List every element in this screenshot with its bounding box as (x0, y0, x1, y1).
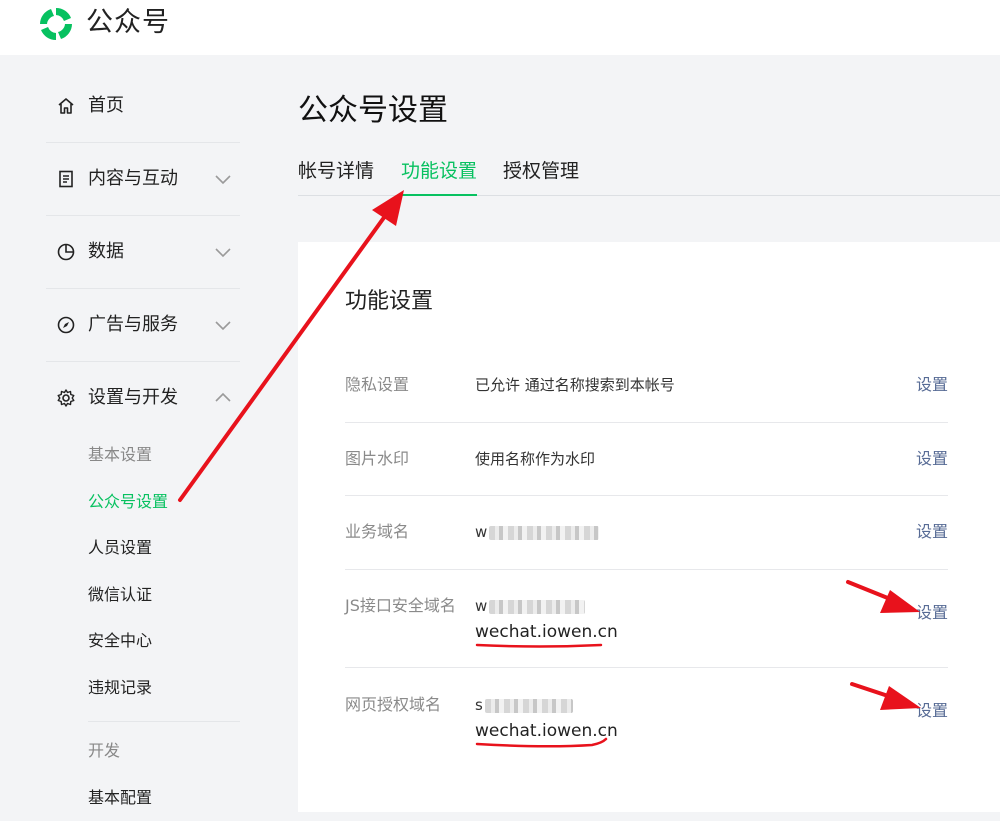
row-label: JS接口安全域名 (345, 596, 456, 615)
sidebar: 首页 内容与互动 数据 广告与服务 设置与开发 基本设置 公众号设置 人员设置 … (46, 70, 240, 821)
sidebar-subitem-staff-settings[interactable]: 人员设置 (46, 525, 240, 572)
sidebar-item-label: 数据 (88, 241, 124, 262)
row-value: 使用名称作为水印 (475, 450, 596, 468)
row-label: 网页授权域名 (345, 695, 442, 714)
settings-row-privacy: 隐私设置 已允许 通过名称搜索到本帐号 设置 (345, 349, 948, 423)
oauth-domain-value: wechat.iowen.cn (475, 721, 618, 741)
chevron-down-icon (215, 321, 231, 331)
js-domain-value: wechat.iowen.cn (475, 622, 618, 642)
sidebar-item-content[interactable]: 内容与互动 (46, 143, 240, 216)
sidebar-subitem-basic-config[interactable]: 基本配置 (46, 775, 240, 821)
sidebar-subitem-violation-records[interactable]: 违规记录 (46, 665, 240, 712)
sidebar-item-ads[interactable]: 广告与服务 (46, 289, 240, 362)
gear-icon (57, 389, 75, 407)
row-label: 业务域名 (345, 522, 410, 541)
sidebar-divider (88, 721, 240, 722)
domain-prefix: w (475, 597, 488, 615)
sidebar-subitem-basic-settings[interactable]: 基本设置 (46, 432, 240, 479)
sidebar-item-data[interactable]: 数据 (46, 216, 240, 289)
oauth-domain-settings-link[interactable]: 设置 (916, 700, 948, 722)
sidebar-item-label: 设置与开发 (88, 387, 178, 408)
home-icon (58, 98, 74, 114)
watermark-settings-link[interactable]: 设置 (916, 448, 948, 470)
pie-chart-icon (57, 243, 75, 261)
app-title: 公众号 (86, 7, 170, 38)
row-value: w (475, 595, 586, 617)
compass-icon (57, 316, 75, 334)
feature-settings-card: 功能设置 隐私设置 已允许 通过名称搜索到本帐号 设置 图片水印 使用名称作为水… (298, 242, 1000, 812)
row-value: s (475, 694, 573, 716)
domain-prefix: s (475, 696, 483, 714)
settings-row-watermark: 图片水印 使用名称作为水印 设置 (345, 422, 948, 496)
row-value: 已允许 通过名称搜索到本帐号 (475, 376, 675, 394)
settings-row-business-domain: 业务域名 w 设置 (345, 495, 948, 570)
page-title: 公众号设置 (298, 93, 448, 128)
card-title: 功能设置 (345, 289, 434, 314)
redacted-domain (489, 599, 586, 614)
redacted-domain (489, 525, 600, 540)
wechat-mp-logo-icon[interactable] (36, 4, 76, 44)
sidebar-item-settings[interactable]: 设置与开发 (46, 362, 240, 432)
sidebar-item-label: 内容与互动 (88, 168, 178, 189)
sidebar-section-dev: 开发 (88, 741, 121, 760)
tab-bar: 帐号详情 功能设置 授权管理 (298, 150, 1000, 196)
sidebar-subitem-security-center[interactable]: 安全中心 (46, 618, 240, 665)
tab-authorization-management[interactable]: 授权管理 (503, 156, 579, 194)
chevron-up-icon (215, 392, 231, 402)
top-bar: 公众号 (0, 0, 1000, 55)
row-label: 图片水印 (345, 449, 410, 468)
settings-row-js-domain: JS接口安全域名 w wechat.iowen.cn 设置 (345, 569, 948, 668)
domain-prefix: w (475, 523, 488, 541)
document-icon (59, 170, 73, 188)
chevron-down-icon (215, 248, 231, 258)
chevron-down-icon (215, 175, 231, 185)
sidebar-subitem-wechat-verification[interactable]: 微信认证 (46, 572, 240, 619)
tab-account-details[interactable]: 帐号详情 (298, 156, 374, 194)
sidebar-item-label: 首页 (88, 95, 124, 116)
js-domain-settings-link[interactable]: 设置 (916, 602, 948, 624)
settings-row-oauth-domain: 网页授权域名 s wechat.iowen.cn 设置 (345, 667, 948, 767)
sidebar-item-home[interactable]: 首页 (46, 70, 240, 143)
privacy-settings-link[interactable]: 设置 (916, 374, 948, 396)
business-domain-settings-link[interactable]: 设置 (916, 521, 948, 543)
redacted-domain (484, 698, 573, 713)
sidebar-item-label: 广告与服务 (88, 314, 178, 335)
tab-feature-settings[interactable]: 功能设置 (401, 156, 478, 196)
row-label: 隐私设置 (345, 375, 410, 394)
row-value: w (475, 521, 600, 543)
sidebar-subitem-account-settings[interactable]: 公众号设置 (46, 479, 240, 526)
